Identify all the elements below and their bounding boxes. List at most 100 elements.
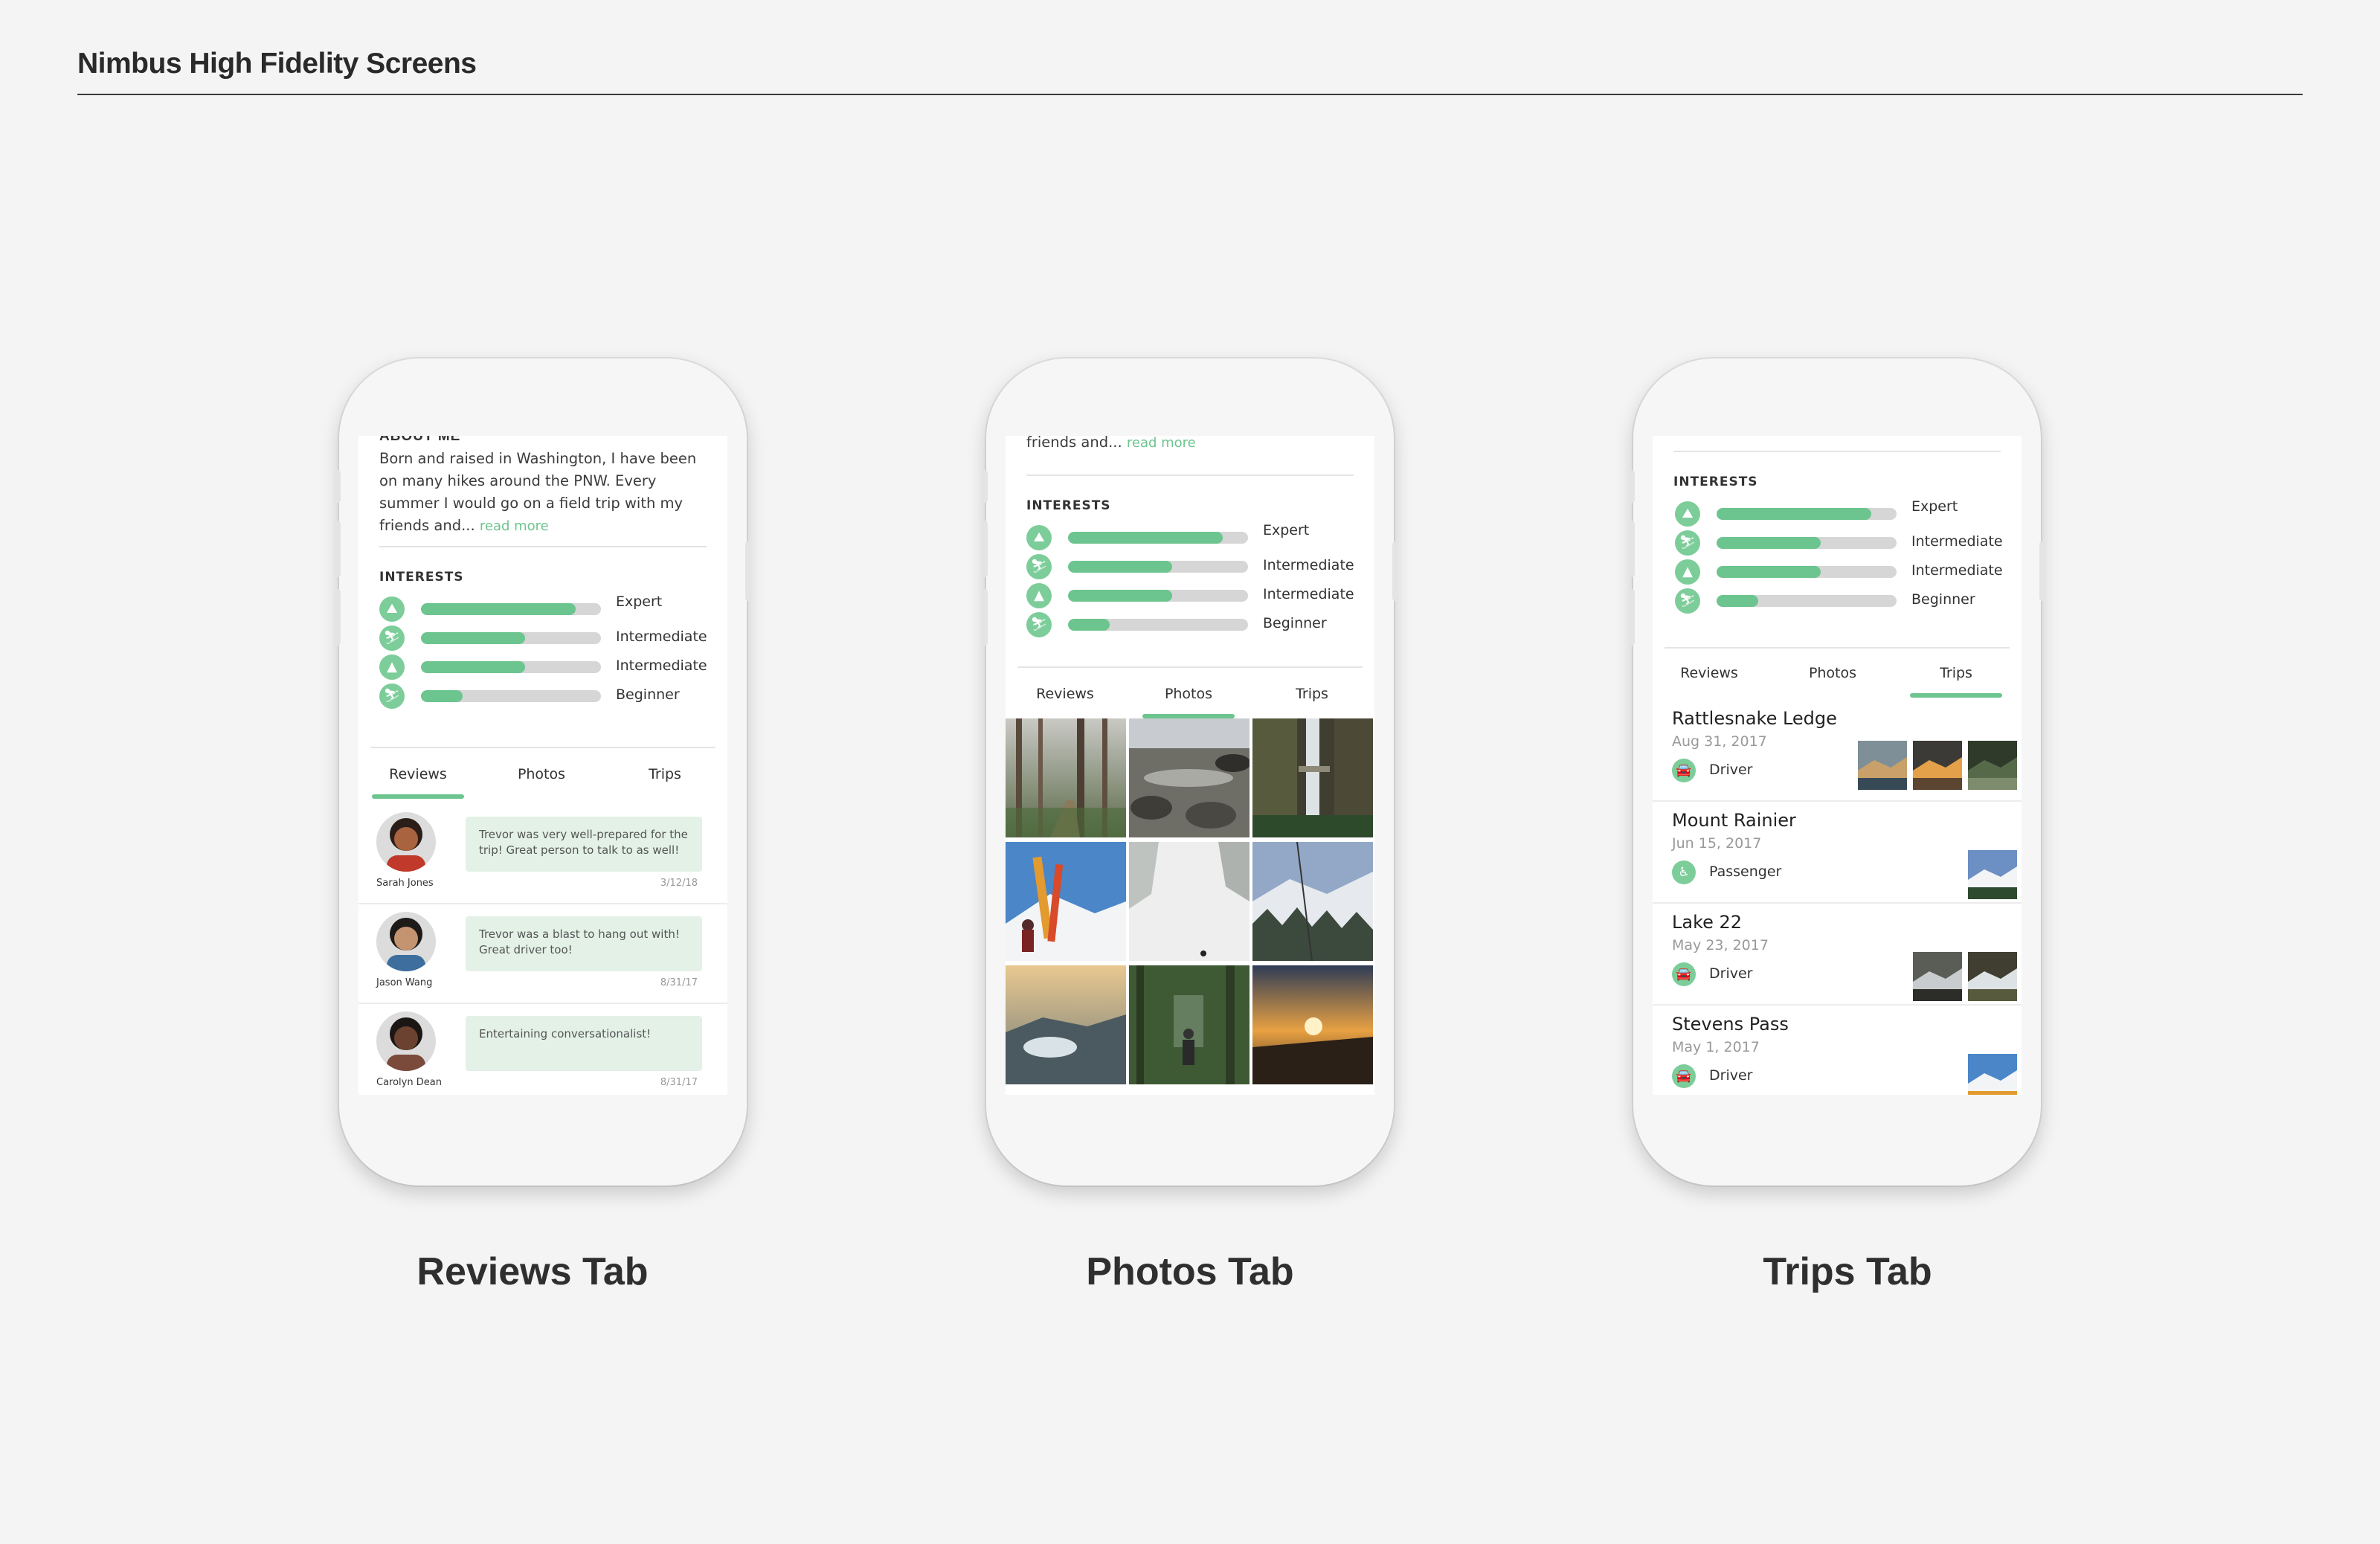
review-text: Trevor was a blast to hang out with! Gre… — [466, 916, 702, 971]
reviewer-name[interactable]: Jason Wang — [376, 977, 432, 988]
interest-row: ▲ Intermediate — [358, 654, 727, 683]
trip-date: May 1, 2017 — [1672, 1039, 1760, 1055]
interest-bar — [421, 603, 601, 615]
interest-row: ▲ Intermediate — [1653, 559, 2022, 588]
photo-snowy-slope[interactable] — [1129, 842, 1250, 961]
interest-level: Expert — [1911, 498, 1958, 515]
avatar[interactable] — [376, 812, 436, 872]
mute-switch — [982, 470, 988, 503]
car-icon: 🚘 — [1672, 962, 1696, 986]
car-icon: 🚘 — [1672, 759, 1696, 782]
trip-photo-thumb[interactable] — [1913, 952, 1962, 1001]
photo-sunset-valley[interactable] — [1006, 965, 1126, 1084]
trip-name: Rattlesnake Ledge — [1672, 708, 1837, 729]
tab-trips[interactable]: Trips — [1260, 686, 1364, 702]
interest-row: ⛷ Intermediate — [1653, 530, 2022, 559]
caption-photos: Photos Tab — [1086, 1250, 1294, 1293]
avatar[interactable] — [376, 1011, 436, 1071]
trip-name: Stevens Pass — [1672, 1014, 1789, 1035]
interests-heading: INTERESTS — [379, 570, 464, 585]
volume-down-button — [335, 589, 341, 646]
interest-level: Intermediate — [1911, 562, 2003, 579]
photo-river-rocks[interactable] — [1129, 718, 1250, 837]
climbing-icon: ▲ — [1026, 583, 1052, 608]
trip-name: Lake 22 — [1672, 912, 1743, 933]
interest-bar — [421, 632, 601, 644]
interest-bar-fill — [1717, 508, 1871, 520]
photo-hiker-forest[interactable] — [1129, 965, 1250, 1084]
skiing-icon: ⛷ — [1675, 530, 1700, 556]
photo-ski-lift[interactable] — [1252, 842, 1373, 961]
interest-bar-fill — [1717, 566, 1821, 578]
tab-trips[interactable]: Trips — [1904, 665, 2008, 681]
interest-bar-fill — [1068, 590, 1172, 602]
interest-level: Intermediate — [1263, 557, 1354, 573]
interest-row: ⛷ Beginner — [1006, 612, 1374, 640]
interests-heading: INTERESTS — [1026, 498, 1111, 513]
interest-level: Expert — [616, 594, 663, 610]
reviewer-name[interactable]: Sarah Jones — [376, 878, 434, 889]
tab-photos[interactable]: Photos — [489, 766, 594, 782]
divider — [379, 546, 707, 547]
interest-bar-fill — [1717, 595, 1758, 607]
tab-photos[interactable]: Photos — [1781, 665, 1885, 681]
review-item[interactable]: Carolyn Dean Entertaining conversationali… — [358, 1004, 727, 1095]
tab-reviews[interactable]: Reviews — [1013, 686, 1117, 702]
photo-ski-peak[interactable] — [1006, 842, 1126, 961]
review-text: Trevor was very well-prepared for the tr… — [466, 817, 702, 872]
reviewer-name[interactable]: Carolyn Dean — [376, 1077, 442, 1088]
interest-level: Beginner — [1911, 591, 1975, 608]
trip-name: Mount Rainier — [1672, 810, 1796, 831]
about-heading: ABOUT ME — [379, 436, 461, 444]
divider — [370, 747, 715, 748]
read-more-link[interactable]: read more — [1127, 436, 1196, 451]
tab-reviews[interactable]: Reviews — [1657, 665, 1761, 681]
interest-bar — [1717, 566, 1897, 578]
profile-tabs: Reviews Photos Trips — [1006, 669, 1374, 721]
phone-reviews: ABOUT ME Born and raised in Washington, … — [335, 358, 751, 1186]
interest-level: Beginner — [1263, 615, 1327, 631]
interest-level: Intermediate — [616, 628, 707, 645]
profile-tabs: Reviews Photos Trips — [358, 750, 727, 802]
interest-bar — [421, 661, 601, 673]
photo-forest-trail[interactable] — [1006, 718, 1126, 837]
interest-level: Intermediate — [1263, 586, 1354, 602]
trip-item[interactable]: Rattlesnake Ledge Aug 31, 2017 🚘 Driver — [1653, 701, 2022, 802]
tab-photos[interactable]: Photos — [1136, 686, 1241, 702]
tab-trips[interactable]: Trips — [613, 766, 717, 782]
interest-bar-fill — [1068, 619, 1110, 631]
phone-photos: friends and... read more INTERESTS ⛰ Expe… — [982, 358, 1398, 1186]
interest-bar-fill — [421, 661, 525, 673]
trip-item[interactable]: Stevens Pass May 1, 2017 🚘 Driver — [1653, 1006, 2022, 1095]
trip-photo-thumb[interactable] — [1968, 850, 2017, 899]
review-date: 8/31/17 — [660, 977, 698, 988]
trip-photo-thumb[interactable] — [1968, 952, 2017, 1001]
skiing-icon: ⛷ — [1026, 554, 1052, 579]
trip-photo-thumb[interactable] — [1968, 741, 2017, 790]
screen: friends and... read more INTERESTS ⛰ Expe… — [1006, 436, 1374, 1095]
trip-item[interactable]: Lake 22 May 23, 2017 🚘 Driver — [1653, 904, 2022, 1006]
about-text: Born and raised in Washington, I have be… — [379, 448, 714, 538]
tab-reviews[interactable]: Reviews — [366, 766, 470, 782]
trip-photo-thumb[interactable] — [1913, 741, 1962, 790]
divider — [1673, 451, 2001, 452]
photo-sunset-peak[interactable] — [1252, 965, 1373, 1084]
trip-role: Driver — [1709, 965, 1753, 982]
interest-bar — [1717, 537, 1897, 549]
read-more-link[interactable]: read more — [480, 518, 549, 534]
volume-up-button — [982, 521, 988, 577]
power-button — [1392, 541, 1398, 601]
avatar[interactable] — [376, 912, 436, 971]
review-item[interactable]: Sarah Jones Trevor was very well-prepared… — [358, 805, 727, 904]
hiking-icon: ⛰ — [379, 596, 405, 622]
active-tab-indicator — [372, 794, 464, 799]
review-item[interactable]: Jason Wang Trevor was a blast to hang out… — [358, 904, 727, 1004]
trip-item[interactable]: Mount Rainier Jun 15, 2017 ♿ Passenger — [1653, 802, 2022, 904]
trip-photo-thumb[interactable] — [1858, 741, 1907, 790]
interest-level: Intermediate — [616, 657, 707, 674]
climbing-icon: ▲ — [379, 654, 405, 680]
photo-waterfall[interactable] — [1252, 718, 1373, 837]
trip-photo-thumb[interactable] — [1968, 1054, 2017, 1095]
review-date: 3/12/18 — [660, 878, 698, 889]
volume-down-button — [982, 589, 988, 646]
